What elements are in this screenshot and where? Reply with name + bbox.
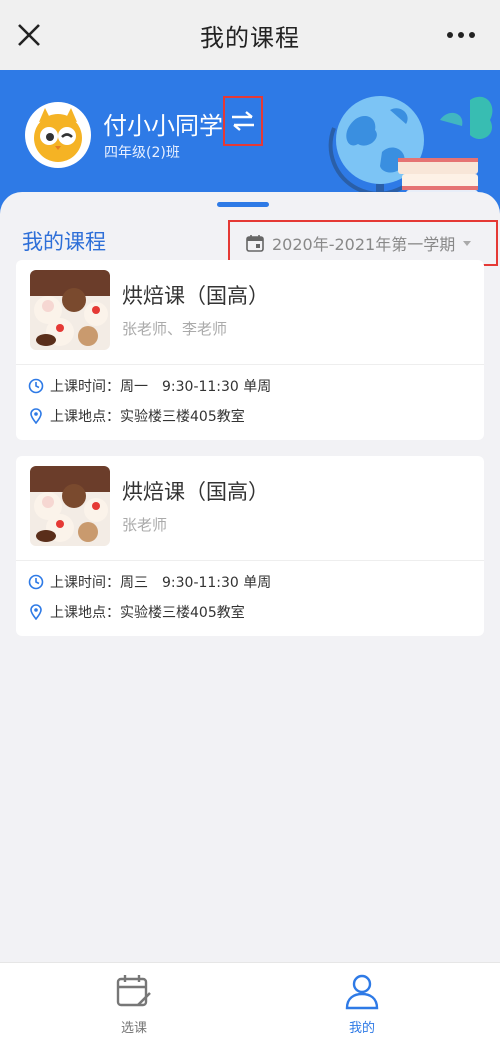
course-place-label: 上课地点： (50, 409, 120, 425)
course-card[interactable]: 烘焙课（国高） 张老师、李老师 上课时间： 周一 9:30-11:30 单周 上… (16, 260, 484, 440)
course-place-row: 上课地点： 实验楼三楼405教室 (28, 602, 245, 622)
clock-icon (28, 574, 44, 590)
card-divider (16, 364, 484, 365)
calendar-edit-icon (116, 975, 151, 1007)
course-thumbnail (30, 466, 110, 546)
course-name: 烘焙课（国高） (122, 480, 269, 504)
tab-mine[interactable]: 我的 (312, 971, 412, 1041)
course-time-label: 上课时间： (50, 379, 120, 395)
section-title: 我的课程 (22, 230, 106, 254)
student-name: 付小小同学 (103, 112, 223, 140)
close-icon[interactable] (14, 20, 44, 50)
more-options-icon[interactable] (446, 30, 476, 40)
course-time-label: 上课时间： (50, 575, 120, 591)
clock-icon (28, 378, 44, 394)
top-navigation-bar: 我的课程 (0, 0, 500, 70)
course-place-value: 实验楼三楼405教室 (120, 605, 245, 621)
course-place-row: 上课地点： 实验楼三楼405教室 (28, 406, 245, 426)
course-place-value: 实验楼三楼405教室 (120, 409, 245, 425)
panel-handle (217, 202, 269, 207)
course-place-label: 上课地点： (50, 605, 120, 621)
course-card[interactable]: 烘焙课（国高） 张老师 上课时间： 周三 9:30-11:30 单周 上课地点：… (16, 456, 484, 636)
card-divider (16, 560, 484, 561)
location-pin-icon (30, 408, 42, 424)
term-select-value: 2020年-2021年第一学期 (272, 235, 456, 254)
calendar-icon (246, 235, 264, 252)
tab-label: 选课 (120, 1021, 147, 1036)
bottom-tab-bar: 选课 我的 (0, 962, 500, 1054)
course-time-row: 上课时间： 周一 9:30-11:30 单周 (28, 376, 271, 396)
course-time-row: 上课时间： 周三 9:30-11:30 单周 (28, 572, 271, 592)
course-time-value: 周一 9:30-11:30 单周 (120, 379, 272, 395)
course-name: 烘焙课（国高） (122, 284, 269, 308)
course-thumbnail (30, 270, 110, 350)
caret-down-icon (463, 241, 472, 246)
tab-label: 我的 (348, 1021, 375, 1036)
tab-course-selection[interactable]: 选课 (84, 971, 184, 1041)
course-teachers: 张老师、李老师 (122, 320, 228, 338)
page-title: 我的课程 (200, 23, 300, 52)
location-pin-icon (30, 604, 42, 620)
switch-student-button[interactable] (223, 96, 263, 146)
student-class: 四年级(2)班 (104, 145, 180, 161)
user-icon (345, 974, 379, 1010)
course-teachers: 张老师 (122, 516, 168, 534)
course-time-value: 周三 9:30-11:30 单周 (120, 575, 272, 591)
course-panel: 我的课程 2020年-2021年第一学期 烘焙课（国高） 张老师、李老师 上课时… (0, 192, 500, 962)
swap-arrows-icon (232, 111, 254, 131)
owl-avatar (25, 102, 91, 168)
